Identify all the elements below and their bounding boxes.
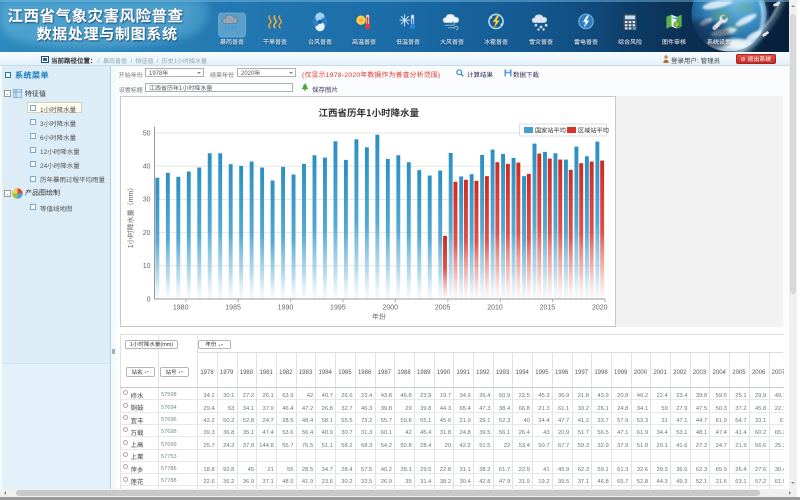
svg-text:国家站平均: 国家站平均 bbox=[535, 126, 566, 135]
svg-text:1995: 1995 bbox=[330, 303, 346, 313]
svg-text:区域站平均: 区域站平均 bbox=[578, 126, 609, 135]
svg-text:40: 40 bbox=[142, 162, 150, 172]
svg-text:1985: 1985 bbox=[225, 303, 241, 313]
svg-text:2015: 2015 bbox=[539, 303, 555, 313]
svg-text:1980: 1980 bbox=[172, 303, 188, 313]
svg-text:0: 0 bbox=[146, 294, 150, 304]
svg-text:2005: 2005 bbox=[434, 303, 450, 313]
svg-text:年份: 年份 bbox=[372, 312, 386, 322]
svg-text:2000: 2000 bbox=[382, 303, 398, 313]
svg-text:30: 30 bbox=[142, 195, 150, 205]
svg-text:20: 20 bbox=[142, 228, 150, 238]
svg-text:1小时降水量（mm）: 1小时降水量（mm） bbox=[126, 184, 136, 249]
svg-text:50: 50 bbox=[142, 128, 150, 138]
svg-text:10: 10 bbox=[142, 261, 150, 271]
svg-text:1990: 1990 bbox=[277, 303, 293, 313]
svg-text:2020: 2020 bbox=[591, 303, 607, 313]
svg-text:2010: 2010 bbox=[487, 303, 503, 313]
